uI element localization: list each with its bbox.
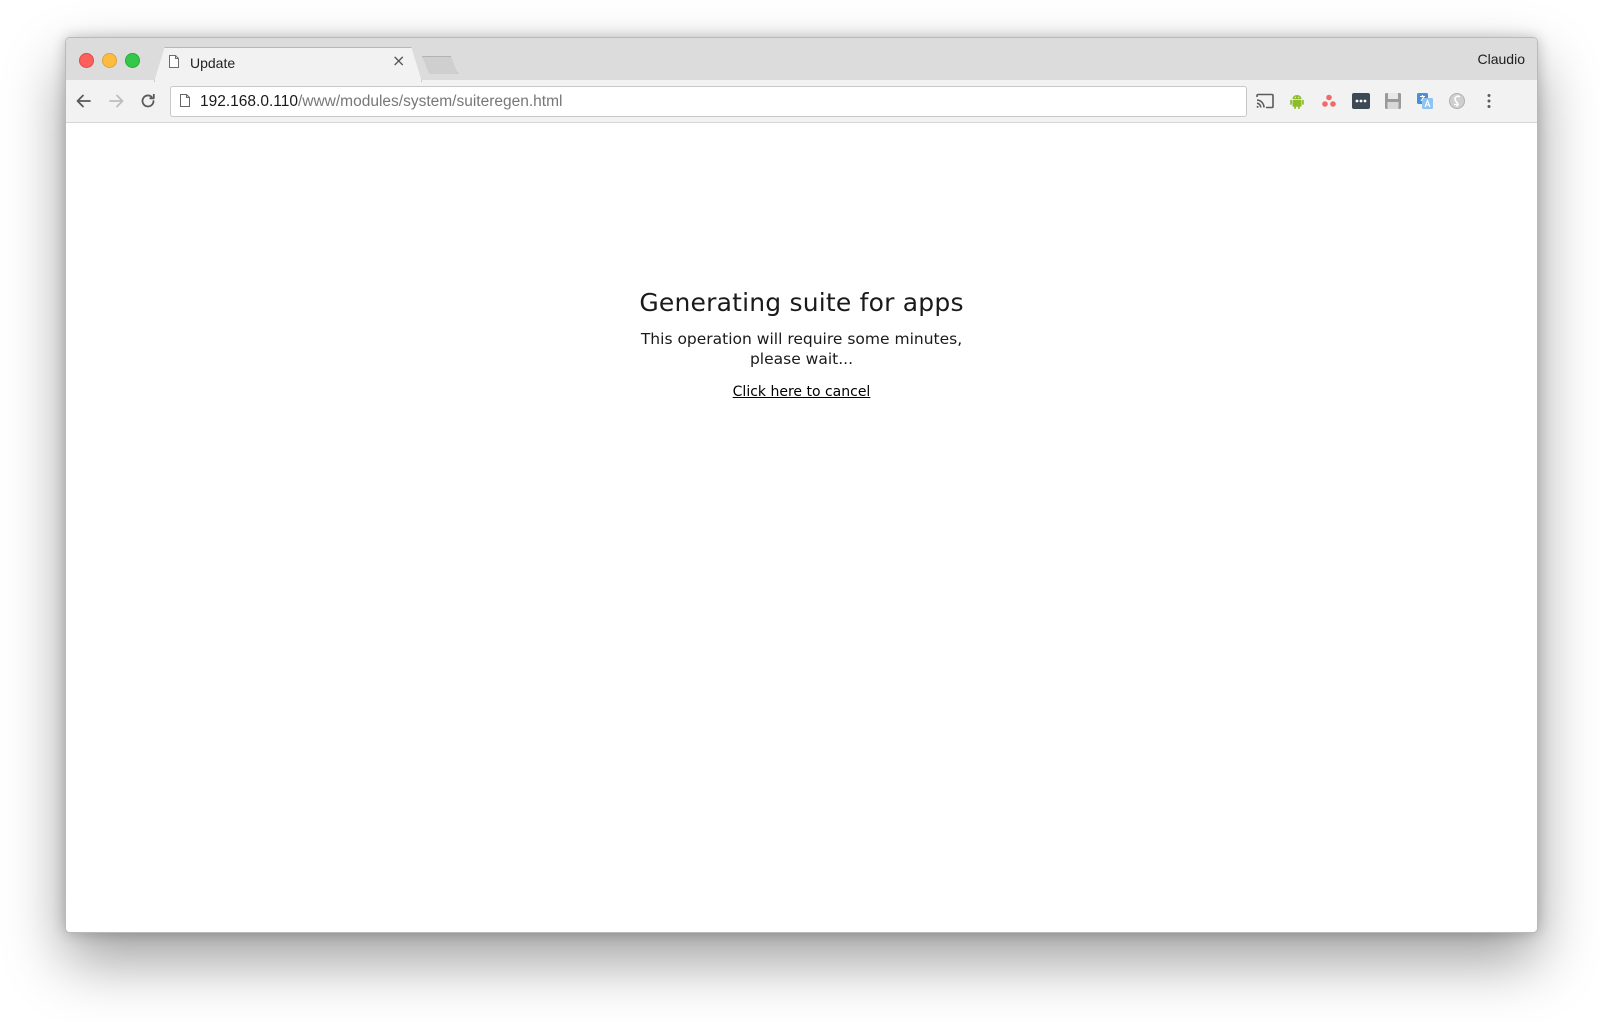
browser-window: Update × Claudio 192.168.0.110/www/modul… xyxy=(65,37,1538,933)
new-tab-button[interactable] xyxy=(422,56,458,74)
page-content: Generating suite for apps This operation… xyxy=(66,123,1537,932)
page-info-icon[interactable] xyxy=(180,94,190,107)
profile-name[interactable]: Claudio xyxy=(1478,51,1525,67)
window-maximize-button[interactable] xyxy=(125,53,140,68)
wait-message-line-2: please wait... xyxy=(749,350,854,368)
title-bar: Update × Claudio xyxy=(66,38,1537,81)
address-bar[interactable]: 192.168.0.110/www/modules/system/suitere… xyxy=(170,86,1247,117)
password-manager-icon[interactable] xyxy=(1351,91,1371,111)
tab-close-button[interactable]: × xyxy=(392,53,405,69)
translate-icon[interactable] xyxy=(1415,91,1435,111)
forward-arrow-icon[interactable] xyxy=(106,91,126,111)
back-arrow-icon[interactable] xyxy=(74,91,94,111)
android-icon[interactable] xyxy=(1287,91,1307,111)
grey-extension-icon[interactable] xyxy=(1447,91,1467,111)
tab-update-content[interactable]: Update × xyxy=(164,48,414,81)
browser-toolbar: 192.168.0.110/www/modules/system/suitere… xyxy=(66,80,1537,123)
menu-kebab-icon[interactable] xyxy=(1479,91,1499,111)
cancel-link[interactable]: Click here to cancel xyxy=(733,384,871,400)
window-close-button[interactable] xyxy=(79,53,94,68)
progress-notice: Generating suite for apps This operation… xyxy=(66,288,1537,401)
page-title: Generating suite for apps xyxy=(639,288,964,317)
window-minimize-button[interactable] xyxy=(102,53,117,68)
tab-title: Update xyxy=(190,55,236,71)
asana-icon[interactable] xyxy=(1319,91,1339,111)
wait-message: This operation will require some minutes… xyxy=(622,329,982,369)
cast-icon[interactable] xyxy=(1255,91,1275,111)
page-icon xyxy=(169,55,179,68)
wait-message-line-1: This operation will require some minutes… xyxy=(640,330,963,348)
url-host: 192.168.0.110 xyxy=(200,93,298,110)
save-icon[interactable] xyxy=(1383,91,1403,111)
url-path: /www/modules/system/suiteregen.html xyxy=(297,93,563,110)
url-text[interactable]: 192.168.0.110/www/modules/system/suitere… xyxy=(200,93,562,111)
reload-icon[interactable] xyxy=(138,91,158,111)
